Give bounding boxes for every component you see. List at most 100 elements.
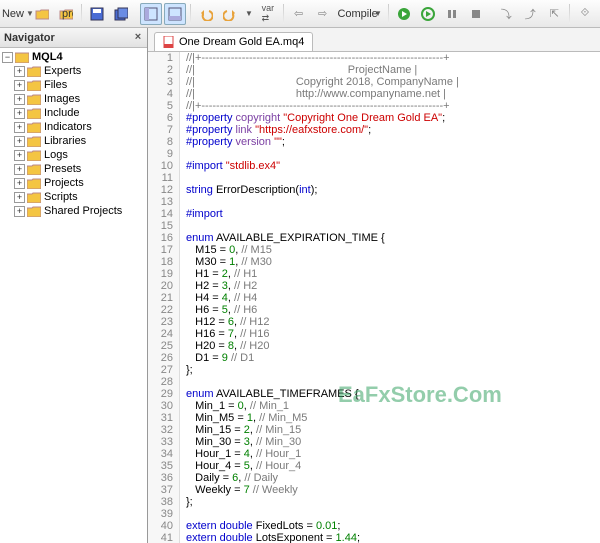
expand-icon[interactable]: + [14, 108, 25, 119]
chevron-down-icon[interactable]: ▼ [243, 9, 255, 18]
code-line[interactable]: 29enum AVAILABLE_TIMEFRAMES { [148, 388, 600, 400]
code-line[interactable]: 22 H6 = 5, // H6 [148, 304, 600, 316]
tree-item-presets[interactable]: +Presets [0, 162, 147, 176]
chevron-down-icon[interactable]: ▼ [372, 9, 384, 18]
code-line[interactable]: 2//| ProjectName | [148, 64, 600, 76]
svg-text:prof: prof [62, 8, 73, 20]
expand-icon[interactable]: + [14, 122, 25, 133]
code-line[interactable]: 25 H20 = 8, // H20 [148, 340, 600, 352]
expand-icon[interactable]: + [14, 192, 25, 203]
code-line[interactable]: 4//| http://www.companyname.net | [148, 88, 600, 100]
tree-item-images[interactable]: +Images [0, 92, 147, 106]
redo-button[interactable] [219, 3, 241, 25]
navigator-title-bar: Navigator × [0, 28, 147, 48]
panel2-button[interactable] [164, 3, 186, 25]
step-out-button[interactable]: ⇱ [543, 3, 565, 25]
code-line[interactable]: 7#property link "https://eafxstore.com/"… [148, 124, 600, 136]
line-source: string ErrorDescription(int); [180, 184, 317, 196]
code-line[interactable]: 39 [148, 508, 600, 520]
code-line[interactable]: 13 [148, 196, 600, 208]
save-all-button[interactable] [110, 3, 132, 25]
code-line[interactable]: 6#property copyright "Copyright One Drea… [148, 112, 600, 124]
terminal-button[interactable]: ⟐ [574, 3, 596, 25]
code-line[interactable]: 27}; [148, 364, 600, 376]
code-line[interactable]: 1//|+-----------------------------------… [148, 52, 600, 64]
line-number: 13 [148, 196, 180, 208]
code-line[interactable]: 10#import "stdlib.ex4" [148, 160, 600, 172]
prof-button[interactable]: prof [55, 3, 77, 25]
code-line[interactable]: 36 Daily = 6, // Daily [148, 472, 600, 484]
line-source: #import [180, 208, 223, 220]
open-button[interactable] [31, 3, 53, 25]
code-line[interactable]: 41extern double LotsExponent = 1.44; [148, 532, 600, 543]
expand-icon[interactable]: + [14, 164, 25, 175]
code-line[interactable]: 9 [148, 148, 600, 160]
expand-icon[interactable]: + [14, 150, 25, 161]
code-line[interactable]: 20 H2 = 3, // H2 [148, 280, 600, 292]
expand-icon[interactable]: + [14, 80, 25, 91]
expand-icon[interactable]: + [14, 206, 25, 217]
code-editor[interactable]: EaFxStore.Com 1//|+---------------------… [148, 52, 600, 543]
nav-back-button[interactable]: ⇦ [288, 3, 310, 25]
line-source: M15 = 0, // M15 [180, 244, 272, 256]
code-line[interactable]: 15 [148, 220, 600, 232]
code-line[interactable]: 14#import [148, 208, 600, 220]
code-line[interactable]: 16enum AVAILABLE_EXPIRATION_TIME { [148, 232, 600, 244]
tree-item-libraries[interactable]: +Libraries [0, 134, 147, 148]
tree-item-include[interactable]: +Include [0, 106, 147, 120]
nav-fwd-button[interactable]: ⇨ [312, 3, 334, 25]
panel1-button[interactable] [140, 3, 162, 25]
code-line[interactable]: 19 H1 = 2, // H1 [148, 268, 600, 280]
code-line[interactable]: 34 Hour_1 = 4, // Hour_1 [148, 448, 600, 460]
code-line[interactable]: 21 H4 = 4, // H4 [148, 292, 600, 304]
code-line[interactable]: 40extern double FixedLots = 0.01; [148, 520, 600, 532]
new-button[interactable]: New ▼ [4, 3, 29, 25]
code-line[interactable]: 24 H16 = 7, // H16 [148, 328, 600, 340]
expand-icon[interactable]: + [14, 178, 25, 189]
compile-button[interactable]: Compile [342, 3, 370, 25]
tree-item-experts[interactable]: + Experts [0, 64, 147, 78]
code-line[interactable]: 5//|+-----------------------------------… [148, 100, 600, 112]
code-line[interactable]: 3//| Copyright 2018, CompanyName | [148, 76, 600, 88]
file-tab[interactable]: One Dream Gold EA.mq4 [154, 32, 313, 51]
code-line[interactable]: 12string ErrorDescription(int); [148, 184, 600, 196]
code-line[interactable]: 11 [148, 172, 600, 184]
code-line[interactable]: 32 Min_15 = 2, // Min_15 [148, 424, 600, 436]
expand-icon[interactable]: + [14, 136, 25, 147]
code-line[interactable]: 17 M15 = 0, // M15 [148, 244, 600, 256]
run-button[interactable] [393, 3, 415, 25]
pause-button[interactable] [441, 3, 463, 25]
code-line[interactable]: 33 Min_30 = 3, // Min_30 [148, 436, 600, 448]
tree-item-shared-projects[interactable]: +Shared Projects [0, 204, 147, 218]
tree-item-files[interactable]: +Files [0, 78, 147, 92]
expand-icon[interactable]: + [14, 94, 25, 105]
save-button[interactable] [86, 3, 108, 25]
separator [569, 4, 570, 24]
code-line[interactable]: 8#property version ""; [148, 136, 600, 148]
tree-root[interactable]: − MQL4 [0, 50, 147, 64]
tree-item-logs[interactable]: +Logs [0, 148, 147, 162]
step-over-button[interactable]: ⤴ [519, 3, 541, 25]
tree-item-scripts[interactable]: +Scripts [0, 190, 147, 204]
debug-button[interactable] [417, 3, 439, 25]
tree-item-label: Experts [44, 65, 81, 77]
stop-button[interactable] [465, 3, 487, 25]
expand-icon[interactable]: + [14, 66, 25, 77]
collapse-icon[interactable]: − [2, 52, 13, 63]
code-line[interactable]: 18 M30 = 1, // M30 [148, 256, 600, 268]
tree-item-projects[interactable]: +Projects [0, 176, 147, 190]
line-source: Weekly = 7 // Weekly [180, 484, 298, 496]
code-line[interactable]: 35 Hour_4 = 5, // Hour_4 [148, 460, 600, 472]
undo-button[interactable] [195, 3, 217, 25]
code-line[interactable]: 26 D1 = 9 // D1 [148, 352, 600, 364]
code-line[interactable]: 38}; [148, 496, 600, 508]
code-line[interactable]: 23 H12 = 6, // H12 [148, 316, 600, 328]
close-icon[interactable]: × [131, 30, 145, 44]
tree-item-indicators[interactable]: +Indicators [0, 120, 147, 134]
step-into-button[interactable]: ⤵ [495, 3, 517, 25]
var-button[interactable]: var⇄ [257, 3, 279, 25]
code-line[interactable]: 37 Weekly = 7 // Weekly [148, 484, 600, 496]
code-line[interactable]: 30 Min_1 = 0, // Min_1 [148, 400, 600, 412]
code-line[interactable]: 31 Min_M5 = 1, // Min_M5 [148, 412, 600, 424]
code-line[interactable]: 28 [148, 376, 600, 388]
